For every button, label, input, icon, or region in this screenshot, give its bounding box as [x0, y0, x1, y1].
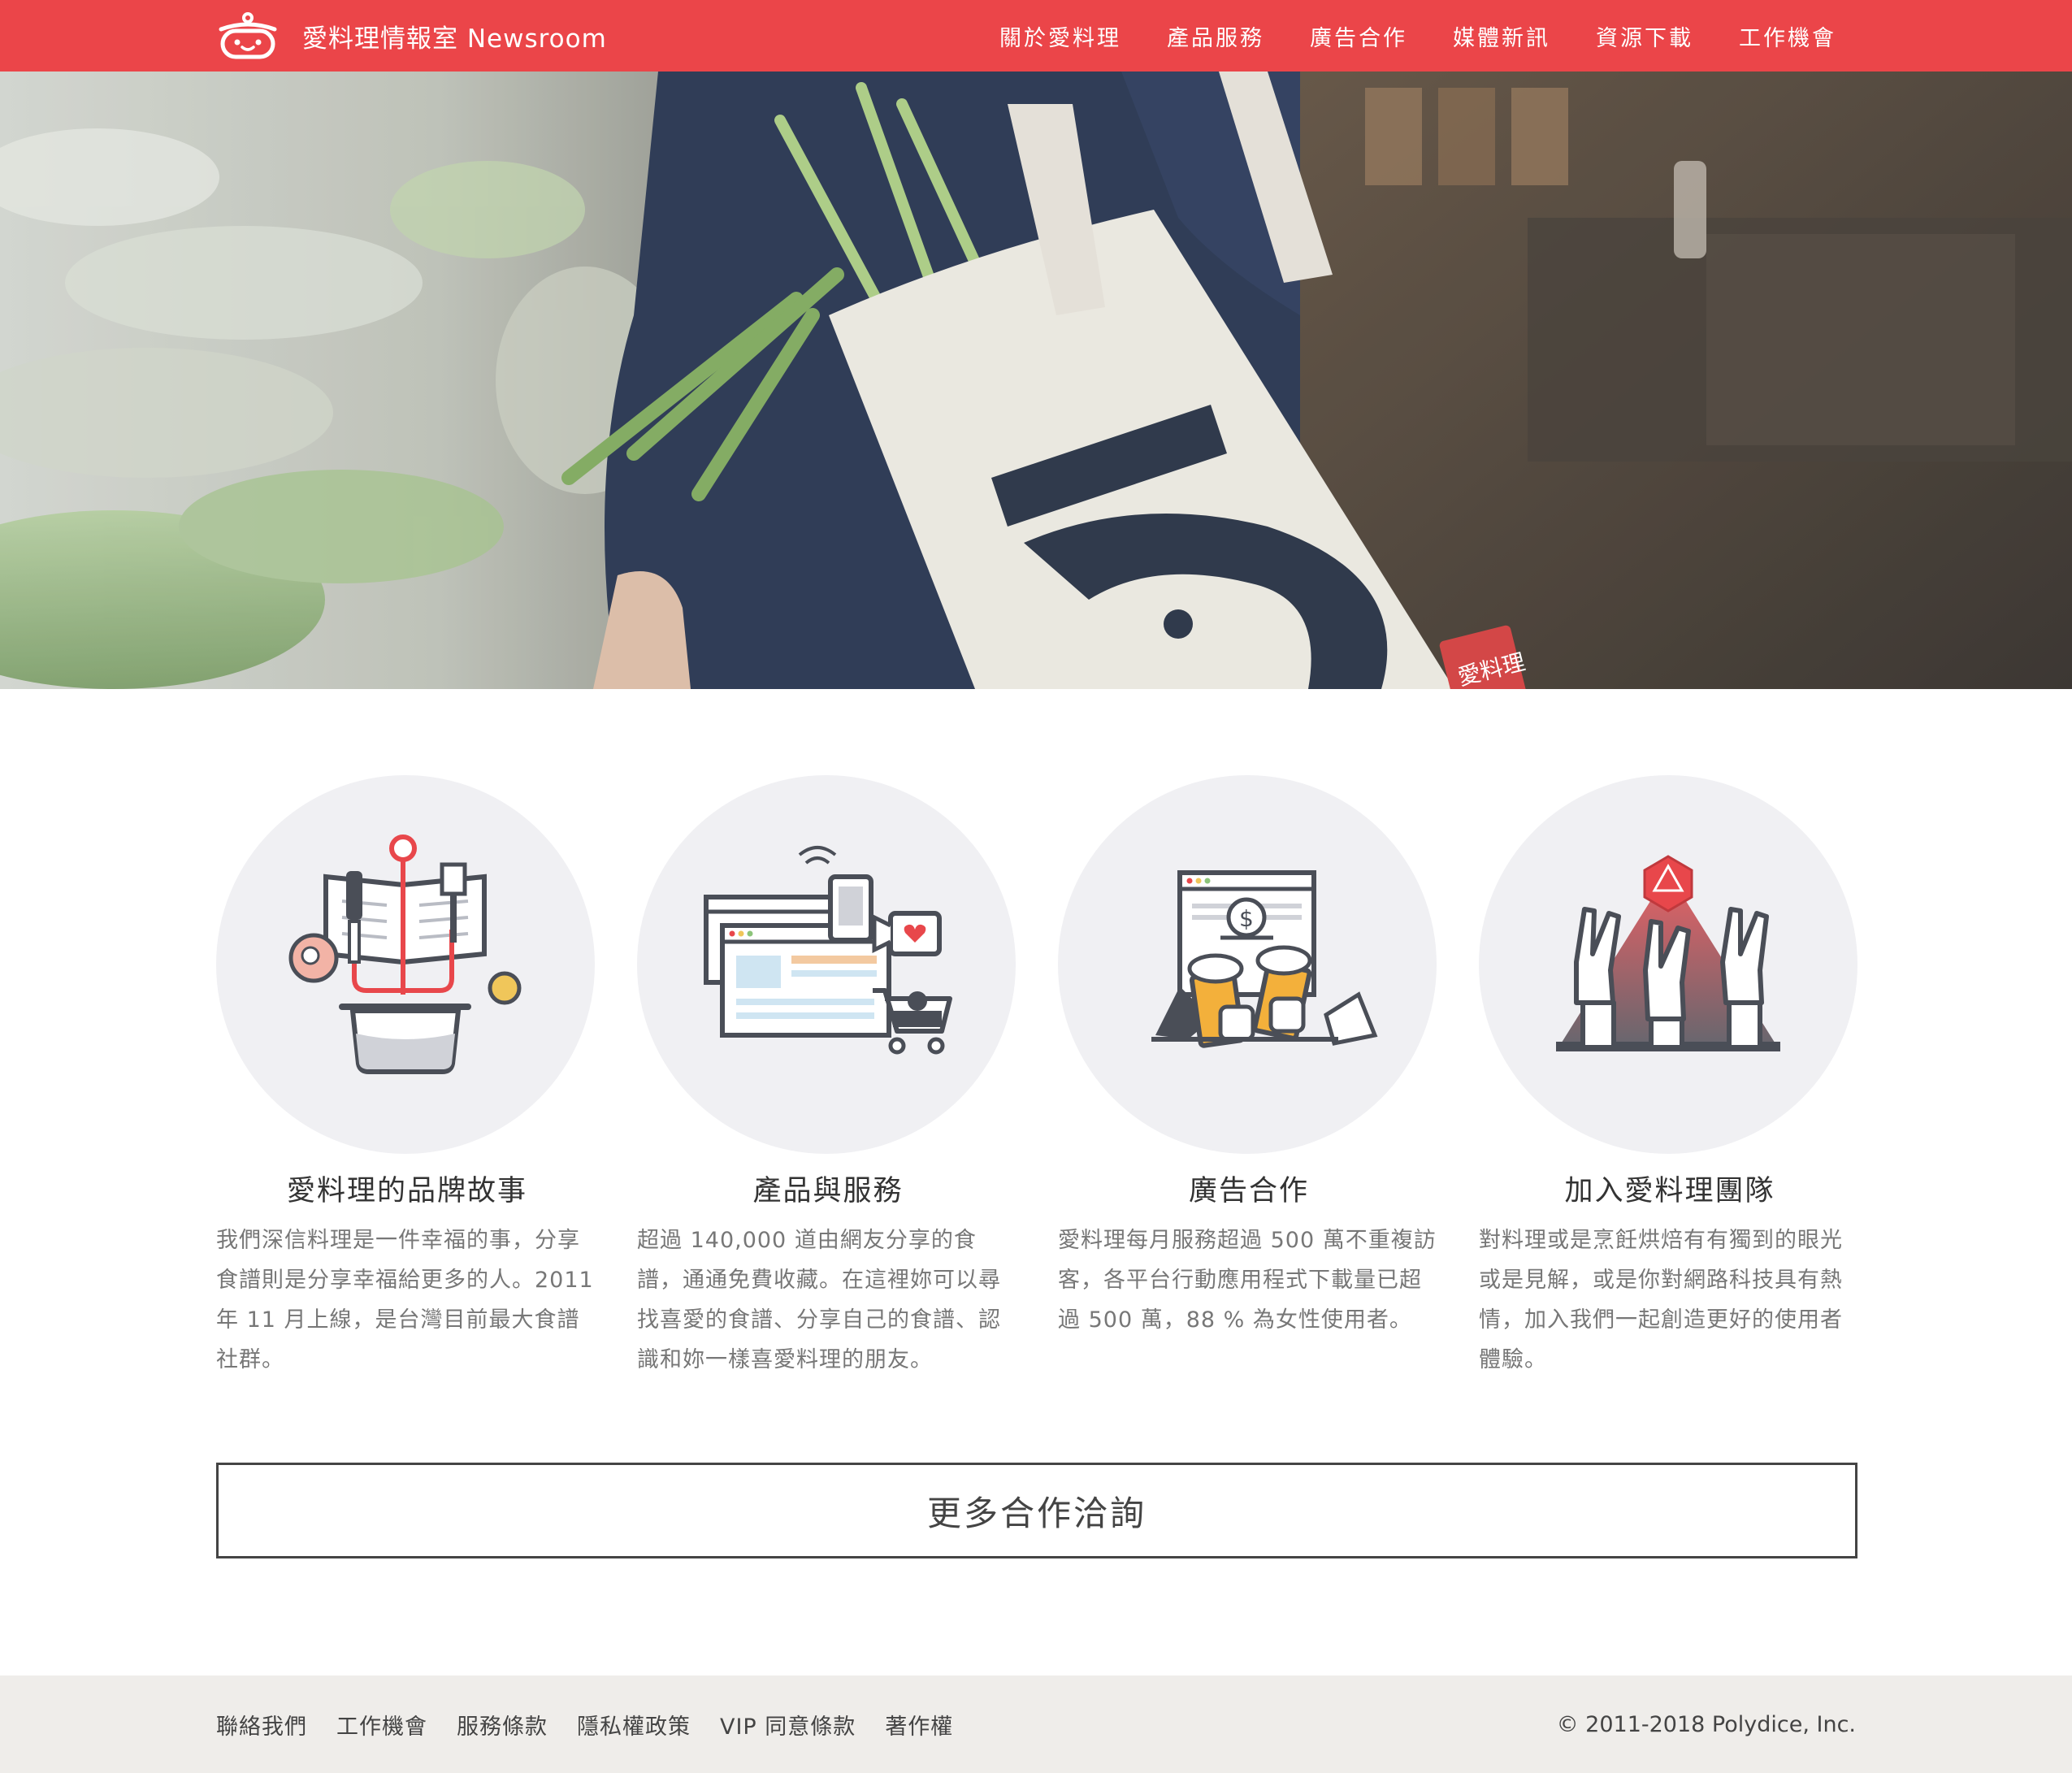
footer-links: 聯絡我們 工作機會 服務條款 隱私權政策 VIP 同意條款 著作權 [216, 1675, 953, 1773]
feature-description: 對料理或是烹飪烘焙有有獨到的眼光或是見解，或是你對網路科技具有熱情，加入我們一起… [1479, 1228, 1843, 1372]
nav-item-products[interactable]: 產品服務 [1167, 20, 1264, 52]
cta-label: 更多合作洽詢 [926, 1493, 1147, 1533]
recipe-book-pot-icon [288, 834, 522, 1074]
top-nav-bar: 愛料理情報室 Newsroom 關於愛料理 產品服務 廣告合作 媒體新訊 資源下… [0, 0, 2072, 72]
footer-link-careers[interactable]: 工作機會 [336, 1709, 427, 1740]
feature-title: 廣告合作 [1188, 1175, 1309, 1207]
feature-illustration-circle [1479, 775, 1857, 1154]
feature-title: 產品與服務 [752, 1175, 904, 1207]
footer: 聯絡我們 工作機會 服務條款 隱私權政策 VIP 同意條款 著作權 © 2011… [0, 1675, 2072, 1773]
nav-item-careers[interactable]: 工作機會 [1739, 20, 1836, 52]
svg-text:$: $ [1239, 905, 1254, 932]
hero-photo-illustration: 愛料理 [0, 72, 2072, 689]
feature-advertising: $ 廣告合作 愛料理每月服務超過 500 萬不重複訪客，各平台行動應用程式下載量… [1058, 775, 1440, 1340]
nav-item-downloads[interactable]: 資源下載 [1596, 20, 1693, 52]
footer-link-copyright[interactable]: 著作權 [885, 1709, 953, 1740]
rock-hands-dice-icon [1556, 855, 1780, 1051]
main-nav: 關於愛料理 產品服務 廣告合作 媒體新訊 資源下載 工作機會 [999, 0, 1836, 72]
footer-link-contact[interactable]: 聯絡我們 [216, 1709, 307, 1740]
feature-illustration-circle [216, 775, 595, 1154]
footer-link-vip-terms[interactable]: VIP 同意條款 [720, 1709, 856, 1740]
nav-item-advertising[interactable]: 廣告合作 [1310, 20, 1407, 52]
beer-toast-icon: $ [1151, 870, 1378, 1048]
feature-section: 愛料理的品牌故事 我們深信料理是一件幸福的事，分享食譜則是分享幸福給更多的人。2… [216, 775, 1857, 1393]
feature-products-services: 產品與服務 超過 140,000 道由網友分享的食譜，通通免費收藏。在這裡妳可以… [637, 775, 1019, 1380]
feature-brand-story: 愛料理的品牌故事 我們深信料理是一件幸福的事，分享食譜則是分享幸福給更多的人。2… [216, 775, 598, 1380]
nav-item-about[interactable]: 關於愛料理 [999, 20, 1121, 52]
footer-link-terms[interactable]: 服務條款 [457, 1709, 548, 1740]
devices-shopping-icon [704, 846, 952, 1055]
feature-description: 超過 140,000 道由網友分享的食譜，通通免費收藏。在這裡妳可以尋找喜愛的食… [637, 1228, 1001, 1372]
feature-title: 加入愛料理團隊 [1564, 1175, 1775, 1207]
nav-item-media-news[interactable]: 媒體新訊 [1453, 20, 1550, 52]
feature-description: 愛料理每月服務超過 500 萬不重複訪客，各平台行動應用程式下載量已超過 500… [1058, 1228, 1437, 1333]
more-cooperation-button[interactable]: 更多合作洽詢 [216, 1463, 1857, 1558]
pot-face-logo-icon [219, 12, 277, 59]
footer-link-privacy[interactable]: 隱私權政策 [577, 1709, 691, 1740]
feature-illustration-circle: $ [1058, 775, 1437, 1154]
feature-illustration-circle [637, 775, 1016, 1154]
hero-image: 愛料理 [0, 72, 2072, 689]
feature-title: 愛料理的品牌故事 [286, 1175, 527, 1207]
copyright-text: © 2011-2018 Polydice, Inc. [1556, 1711, 1856, 1737]
feature-description: 我們深信料理是一件幸福的事，分享食譜則是分享幸福給更多的人。2011 年 11 … [216, 1228, 594, 1372]
feature-join-team: 加入愛料理團隊 對料理或是烹飪烘焙有有獨到的眼光或是見解，或是你對網路科技具有熱… [1479, 775, 1861, 1380]
brand-home-link[interactable]: 愛料理情報室 Newsroom [215, 11, 607, 60]
brand-title: 愛料理情報室 Newsroom [302, 24, 607, 54]
